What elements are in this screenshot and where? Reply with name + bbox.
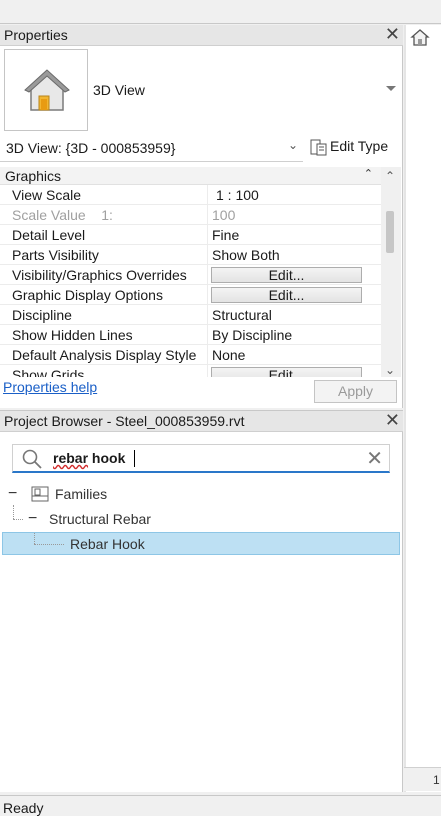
apply-button[interactable]: Apply (314, 380, 397, 403)
property-row[interactable]: Default Analysis Display Style None (0, 345, 381, 365)
type-name: 3D View (93, 82, 145, 98)
property-row[interactable]: Graphic Display Options Edit... (0, 285, 381, 305)
tree-label: Rebar Hook (70, 536, 145, 552)
close-icon[interactable]: ✕ (385, 410, 400, 431)
property-name: Show Grids (12, 367, 85, 377)
project-browser-header: Project Browser - Steel_000853959.rvt ✕ (0, 410, 403, 432)
visibility-graphics-edit-button[interactable]: Edit... (211, 267, 362, 283)
properties-header: Properties ✕ (0, 24, 403, 46)
status-bar: Ready (0, 795, 441, 816)
tree-node-families[interactable]: − Families (0, 483, 403, 506)
property-name: Default Analysis Display Style (12, 347, 197, 363)
chevron-down-icon[interactable]: ⌄ (288, 138, 298, 152)
group-label: Graphics (5, 168, 62, 184)
project-browser-panel: Project Browser - Steel_000853959.rvt ✕ … (0, 410, 403, 792)
families-icon (31, 486, 49, 502)
scroll-up-icon[interactable]: ⌃ (385, 169, 395, 183)
property-row: Scale Value 1: 100 (0, 205, 381, 225)
property-name: Graphic Display Options (12, 287, 163, 303)
property-value[interactable]: Show Both (212, 247, 280, 263)
search-input[interactable]: rebar hook ✕ (12, 444, 390, 473)
house-icon[interactable] (410, 28, 430, 48)
top-toolbar (0, 0, 441, 24)
view-scale-indicator: 1 (433, 773, 440, 787)
tree-node-structural-rebar[interactable]: − Structural Rebar (0, 508, 403, 531)
property-row[interactable]: Detail Level Fine (0, 225, 381, 245)
scroll-thumb[interactable] (386, 211, 394, 253)
property-row[interactable]: View Scale 1 : 100 (0, 185, 381, 205)
tree-label: Structural Rebar (49, 511, 151, 527)
property-name: View Scale (12, 187, 82, 203)
collapse-icon[interactable]: − (8, 485, 17, 503)
property-value[interactable]: Structural (212, 307, 272, 323)
property-value[interactable]: By Discipline (212, 327, 292, 343)
properties-scrollbar[interactable]: ⌃ ⌄ (381, 167, 401, 377)
properties-help-link[interactable]: Properties help (3, 379, 97, 395)
property-name: Scale Value 1: (12, 207, 113, 223)
property-value[interactable]: None (212, 347, 245, 363)
property-name: Show Hidden Lines (12, 327, 133, 343)
properties-grid: Graphics ⌃ View Scale 1 : 100 Scale Valu… (0, 167, 381, 377)
properties-title: Properties (4, 27, 68, 43)
property-row[interactable]: Visibility/Graphics Overrides Edit... (0, 265, 381, 285)
scroll-down-icon[interactable]: ⌄ (385, 363, 395, 377)
edit-type-icon (310, 139, 327, 156)
status-text: Ready (3, 800, 44, 816)
graphic-display-edit-button[interactable]: Edit... (211, 287, 362, 303)
property-row[interactable]: Parts Visibility Show Both (0, 245, 381, 265)
property-row[interactable]: Show Hidden Lines By Discipline (0, 325, 381, 345)
chevron-down-icon[interactable] (386, 86, 396, 91)
property-name: Detail Level (12, 227, 86, 243)
collapse-icon[interactable]: ⌃ (364, 167, 373, 180)
property-row[interactable]: Discipline Structural (0, 305, 381, 325)
view-area[interactable]: 1 (404, 25, 441, 792)
tree-label: Families (55, 486, 108, 502)
edit-type-label: Edit Type (330, 138, 389, 154)
clear-icon[interactable]: ✕ (366, 446, 383, 471)
property-value[interactable]: 1 : 100 (216, 187, 259, 203)
property-name: Visibility/Graphics Overrides (12, 267, 187, 283)
type-image (4, 49, 88, 131)
property-row[interactable]: Show Grids Edit... (0, 365, 381, 377)
text-caret (134, 450, 135, 467)
search-value: rebar hook (53, 450, 126, 466)
group-header-graphics[interactable]: Graphics ⌃ (0, 167, 381, 185)
project-browser-title: Project Browser - Steel_000853959.rvt (4, 413, 245, 429)
collapse-icon[interactable]: − (28, 510, 37, 528)
property-value: 100 (212, 207, 236, 223)
tree-node-rebar-hook[interactable]: Rebar Hook (2, 532, 400, 555)
house-icon (24, 69, 70, 111)
show-grids-edit-button[interactable]: Edit... (211, 367, 362, 377)
property-value[interactable]: Fine (212, 227, 239, 243)
close-icon[interactable]: ✕ (385, 24, 400, 45)
view-selector-label: 3D View: {3D - 000853959} (6, 140, 176, 156)
properties-panel: Properties ✕ 3D View 3D View: {3D - 0008… (0, 24, 403, 408)
property-name: Parts Visibility (12, 247, 99, 263)
property-name: Discipline (12, 307, 72, 323)
search-icon (22, 449, 42, 469)
